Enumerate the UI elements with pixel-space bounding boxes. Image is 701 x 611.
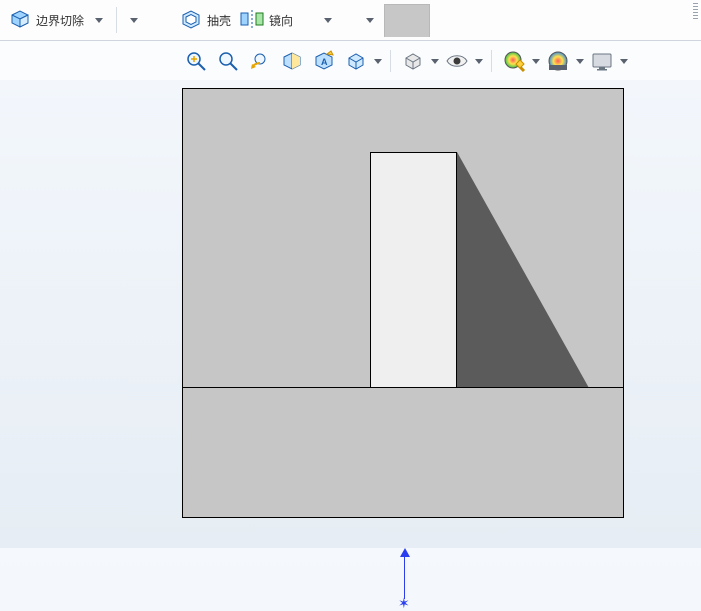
- boundary-cut-icon: [8, 7, 32, 34]
- model-slot-face: [370, 152, 457, 388]
- toolbar-separator: [116, 7, 117, 33]
- apply-scene-icon: [546, 49, 570, 73]
- apply-scene-button[interactable]: [543, 46, 573, 76]
- hide-show-icon: [445, 49, 469, 73]
- mirror-icon: [239, 8, 265, 33]
- section-view-icon: [280, 49, 304, 73]
- command-toolbar: 边界切除 抽壳 镜向: [0, 0, 701, 41]
- svg-text:A: A: [321, 57, 328, 67]
- shell-button[interactable]: 抽壳: [175, 4, 235, 36]
- prev-view-icon: [248, 49, 272, 73]
- boundary-cut-dropdown[interactable]: [88, 4, 110, 36]
- view-separator-2: [491, 50, 492, 72]
- group-dropdown-3[interactable]: [359, 4, 381, 36]
- shell-label: 抽壳: [207, 12, 231, 29]
- apply-scene-dropdown[interactable]: [574, 46, 586, 76]
- blank-tab[interactable]: [384, 4, 430, 37]
- display-style-button[interactable]: [398, 46, 428, 76]
- view-separator-1: [390, 50, 391, 72]
- edit-appearance-dropdown[interactable]: [530, 46, 542, 76]
- graphics-viewport[interactable]: ✶: [0, 80, 701, 548]
- origin-axis-arrow: [400, 548, 410, 557]
- group-dropdown-2[interactable]: [317, 4, 339, 36]
- prev-view-button[interactable]: [245, 46, 275, 76]
- display-style-icon: [401, 49, 425, 73]
- dynamic-annotation-icon: A: [312, 49, 336, 73]
- view-orientation-dropdown[interactable]: [372, 46, 384, 76]
- mirror-button[interactable]: 镜向: [235, 4, 297, 36]
- hide-show-button[interactable]: [442, 46, 472, 76]
- zoom-area-icon: [216, 49, 240, 73]
- hide-show-dropdown[interactable]: [473, 46, 485, 76]
- edit-appearance-button[interactable]: [499, 46, 529, 76]
- origin-axis: [404, 555, 405, 599]
- toolbar-grip[interactable]: [693, 3, 698, 19]
- view-settings-icon: [590, 49, 614, 73]
- shell-icon: [179, 7, 203, 34]
- edit-appearance-icon: [502, 49, 526, 73]
- zoom-fit-button[interactable]: [181, 46, 211, 76]
- view-orientation-icon: [344, 49, 368, 73]
- dynamic-annotation-button[interactable]: A: [309, 46, 339, 76]
- origin-marker: ✶: [398, 596, 410, 610]
- zoom-area-button[interactable]: [213, 46, 243, 76]
- view-orientation-button[interactable]: [341, 46, 371, 76]
- group-dropdown-1[interactable]: [123, 4, 145, 36]
- view-toolbar: A: [0, 41, 701, 82]
- section-view-button[interactable]: [277, 46, 307, 76]
- model-slot-shadow: [457, 152, 589, 388]
- mirror-label: 镜向: [269, 12, 293, 29]
- model-base-face: [182, 387, 624, 518]
- view-settings-button[interactable]: [587, 46, 617, 76]
- boundary-cut-button[interactable]: 边界切除: [4, 4, 88, 36]
- boundary-cut-label: 边界切除: [36, 12, 84, 29]
- display-style-dropdown[interactable]: [429, 46, 441, 76]
- model: [182, 88, 624, 518]
- zoom-fit-icon: [184, 49, 208, 73]
- view-settings-dropdown[interactable]: [618, 46, 630, 76]
